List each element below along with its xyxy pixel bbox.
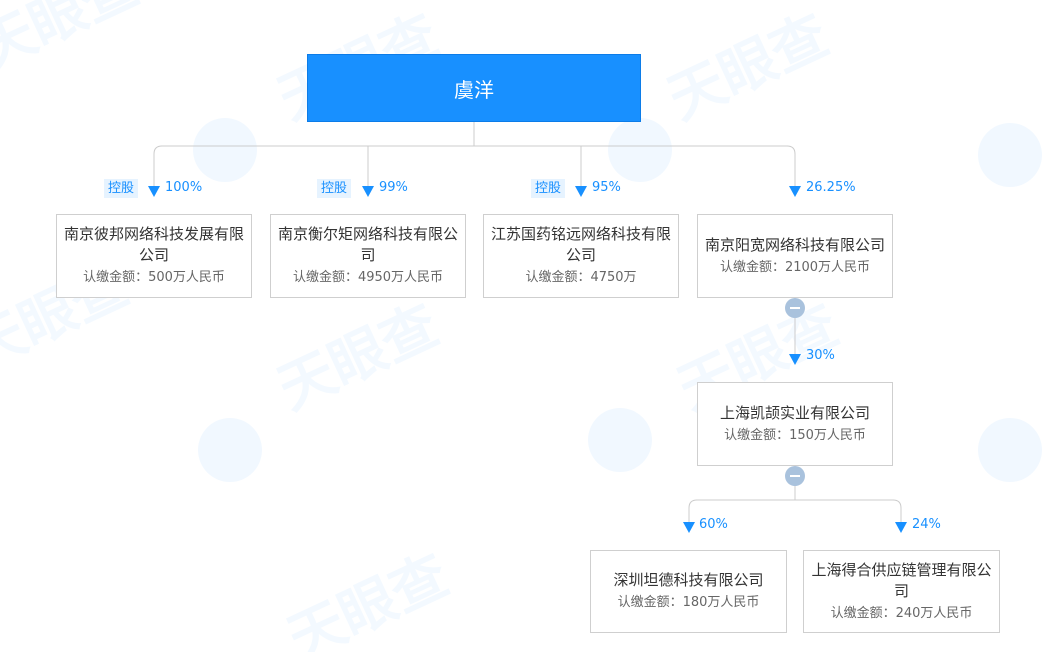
share-percent: 26.25% — [806, 180, 856, 195]
company-name: 江苏国药铭远网络科技有限公司 — [490, 225, 671, 264]
arrow-down-icon — [575, 186, 587, 197]
arrow-down-icon — [683, 522, 695, 533]
subscribed-amount: 认缴金额：150万人民币 — [724, 427, 866, 443]
company-name: 南京衡尔矩网络科技有限公司 — [277, 225, 458, 264]
company-node[interactable]: 江苏国药铭远网络科技有限公司 认缴金额：4750万 — [483, 214, 679, 298]
company-name: 上海得合供应链管理有限公司 — [811, 560, 992, 600]
subscribed-amount: 认缴金额：180万人民币 — [617, 595, 760, 610]
share-percent: 30% — [806, 348, 835, 363]
holding-tag: 控股 — [317, 179, 352, 198]
arrow-down-icon — [148, 186, 160, 197]
root-person-node[interactable]: 虞洋 — [307, 54, 641, 122]
share-percent: 95% — [592, 180, 621, 195]
arrow-down-icon — [789, 186, 801, 197]
subscribed-amount: 认缴金额：4750万 — [525, 270, 637, 285]
holding-tag: 控股 — [531, 179, 566, 198]
arrow-down-icon — [895, 522, 907, 533]
company-node[interactable]: 上海得合供应链管理有限公司 认缴金额：240万人民币 — [803, 550, 1000, 633]
root-person-name: 虞洋 — [454, 77, 494, 102]
subscribed-amount: 认缴金额：500万人民币 — [83, 270, 225, 285]
minus-circle-icon[interactable] — [785, 298, 805, 318]
company-node[interactable]: 上海凯颉实业有限公司 认缴金额：150万人民币 — [697, 382, 893, 466]
share-percent: 60% — [699, 517, 728, 532]
arrow-down-icon — [789, 354, 801, 365]
company-name: 南京阳宽网络科技有限公司 — [704, 235, 885, 254]
company-node[interactable]: 深圳坦德科技有限公司 认缴金额：180万人民币 — [590, 550, 787, 633]
company-node[interactable]: 南京阳宽网络科技有限公司 认缴金额：2100万人民币 — [697, 214, 893, 298]
holding-tag: 控股 — [104, 179, 139, 198]
company-name: 上海凯颉实业有限公司 — [719, 403, 870, 422]
company-node[interactable]: 南京衡尔矩网络科技有限公司 认缴金额：4950万人民币 — [270, 214, 466, 298]
arrow-down-icon — [362, 186, 374, 197]
subscribed-amount: 认缴金额：240万人民币 — [830, 605, 973, 621]
share-percent: 100% — [165, 180, 203, 195]
subscribed-amount: 认缴金额：4950万人民币 — [292, 270, 444, 285]
subscribed-amount: 认缴金额：2100万人民币 — [719, 259, 871, 275]
company-name: 深圳坦德科技有限公司 — [613, 571, 764, 589]
minus-circle-icon[interactable] — [785, 466, 805, 486]
company-node[interactable]: 南京彼邦网络科技发展有限公司 认缴金额：500万人民币 — [56, 214, 252, 298]
company-name: 南京彼邦网络科技发展有限公司 — [63, 225, 244, 264]
share-percent: 99% — [379, 180, 408, 195]
share-percent: 24% — [912, 517, 941, 532]
